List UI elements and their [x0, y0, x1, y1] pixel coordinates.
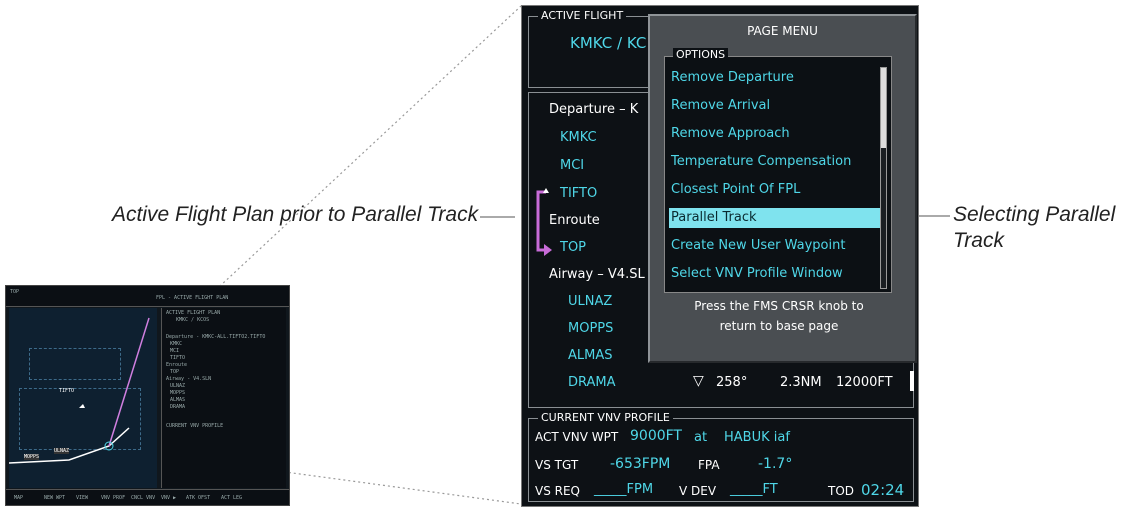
act-vnv-label: ACT VNV WPT: [535, 430, 619, 444]
tod-value: 02:24: [861, 481, 905, 499]
wpt-almas[interactable]: ALMAS: [568, 348, 613, 363]
drama-dtk: 258°: [716, 375, 748, 390]
act-vnv-alt: 9000FT: [630, 428, 682, 444]
act-vnv-at: at: [694, 430, 708, 445]
menu-item-select-vnv-profile[interactable]: Select VNV Profile Window: [669, 264, 887, 284]
options-scroll-thumb[interactable]: [881, 68, 886, 148]
mini-top-bar: TOP FPL - ACTIVE FLIGHT PLAN: [6, 286, 289, 307]
wpt-top[interactable]: TOP: [560, 240, 586, 255]
drama-dis: 2.3NM: [780, 375, 822, 390]
act-vnv-wpt: HABUK iaf: [724, 430, 790, 445]
page-menu-title: PAGE MENU: [747, 24, 818, 38]
options-label: OPTIONS: [673, 48, 729, 61]
wpt-mci[interactable]: MCI: [560, 158, 584, 173]
mini-fpl-panel: ACTIVE FLIGHT PLAN KMKC / KCOS Departure…: [161, 308, 286, 488]
vs-req-label: VS REQ: [535, 484, 581, 498]
fpl-title: ACTIVE FLIGHT: [538, 9, 627, 22]
caption-right-line2: Track: [953, 229, 1004, 252]
menu-item-remove-departure[interactable]: Remove Departure: [669, 68, 887, 88]
vnv-title: CURRENT VNV PROFILE: [538, 411, 673, 424]
vertical-profile-icon: ▽: [693, 373, 704, 389]
wpt-mopps[interactable]: MOPPS: [568, 321, 613, 336]
fpa-label: FPA: [698, 458, 720, 472]
caption-left: Active Flight Plan prior to Parallel Tra…: [112, 203, 479, 226]
wpt-ulnaz[interactable]: ULNAZ: [568, 294, 612, 309]
wpt-kmkc[interactable]: KMKC: [560, 130, 597, 145]
mini-softkeys: MAP NEW WPT VIEW VNV PROF CNCL VNV VNV ▶…: [6, 489, 289, 505]
fpa-value: -1.7°: [758, 456, 793, 472]
vs-req-value: _____FPM: [594, 482, 654, 497]
options-list: OPTIONS Remove Departure Remove Arrival …: [664, 48, 892, 293]
v-dev-value: _____FT: [730, 482, 778, 497]
tod-label: TOD: [828, 484, 855, 498]
vs-tgt-label: VS TGT: [535, 458, 579, 472]
menu-item-temperature-compensation[interactable]: Temperature Compensation: [669, 152, 887, 172]
active-leg-arrow-icon: [536, 188, 552, 256]
overview-screenshot: TOP FPL - ACTIVE FLIGHT PLAN TIFTO MOPPS…: [5, 285, 290, 506]
menu-item-closest-point[interactable]: Closest Point Of FPL: [669, 180, 887, 200]
caption-right-line1: Selecting Parallel: [953, 203, 1116, 226]
menu-item-remove-approach[interactable]: Remove Approach: [669, 124, 887, 144]
menu-instruction: Press the FMS CRSR knob to return to bas…: [694, 299, 864, 333]
wpt-tifto[interactable]: TIFTO: [560, 186, 597, 201]
mini-map: TIFTO MOPPS ULNAZ: [9, 308, 157, 488]
list-scrollbar[interactable]: [910, 371, 914, 391]
airway-header: Airway – V4.SL: [549, 267, 645, 282]
menu-item-parallel-track[interactable]: Parallel Track: [669, 208, 887, 228]
fpl-route: KMKC / KC: [570, 34, 647, 52]
drama-alt: 12000FT: [836, 375, 893, 390]
page-menu: PAGE MENU OPTIONS Remove Departure Remov…: [648, 14, 917, 363]
vs-tgt-value: -653FPM: [610, 456, 671, 472]
wpt-drama[interactable]: DRAMA: [568, 375, 616, 390]
v-dev-label: V DEV: [679, 484, 717, 498]
options-scrollbar[interactable]: [880, 67, 887, 289]
menu-item-create-user-waypoint[interactable]: Create New User Waypoint: [669, 236, 887, 256]
departure-header: Departure – K: [549, 102, 639, 117]
menu-item-remove-arrival[interactable]: Remove Arrival: [669, 96, 887, 116]
